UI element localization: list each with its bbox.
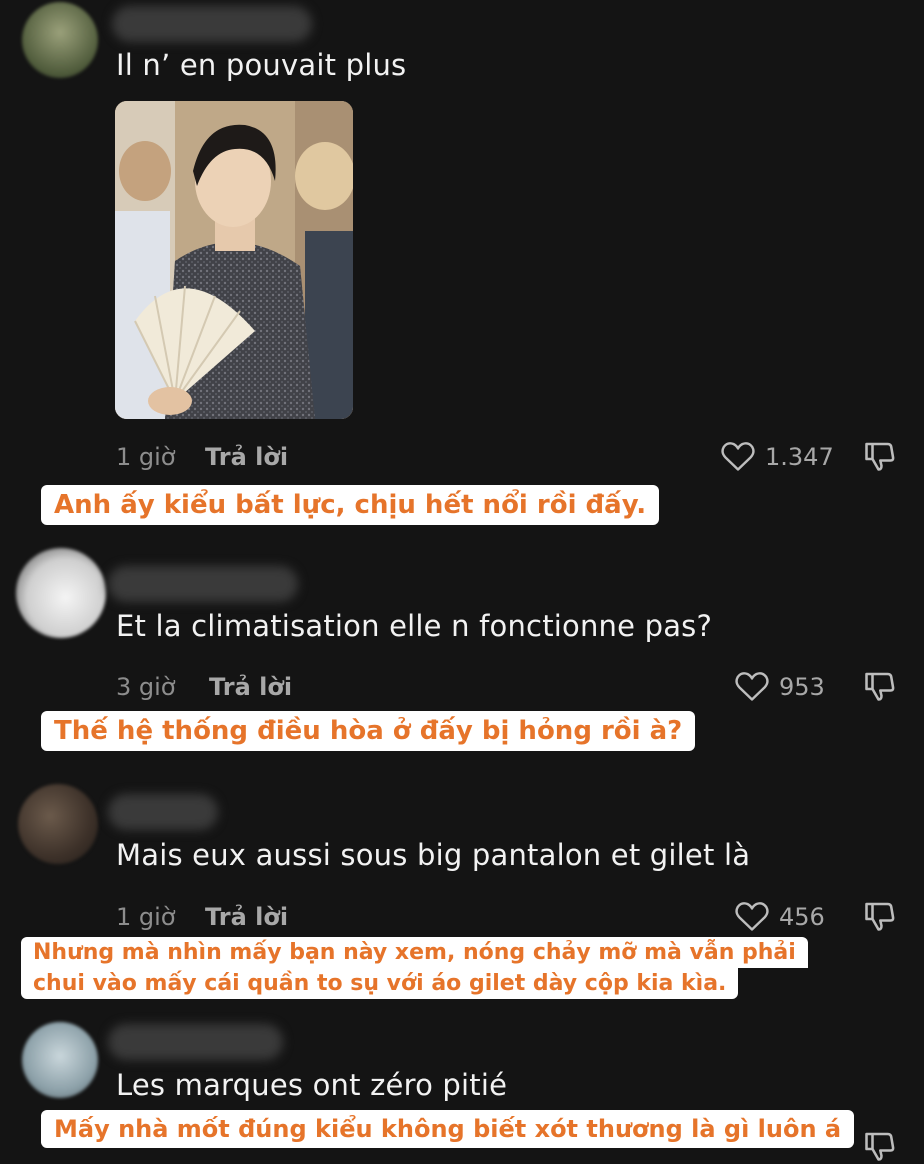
like-count: 1.347: [765, 443, 834, 471]
translation-caption: Thế hệ thống điều hòa ở đấy bị hỏng rồi …: [41, 711, 696, 751]
avatar[interactable]: [22, 2, 98, 78]
translation-caption: Anh ấy kiểu bất lực, chịu hết nổi rồi đấ…: [41, 485, 660, 525]
comment-text: Il n’ en pouvait plus: [116, 48, 407, 82]
translation-line: chui vào mấy cái quần to sụ với áo gilet…: [21, 968, 739, 999]
comment-time: 1 giờ: [116, 443, 176, 471]
username-blurred[interactable]: [112, 6, 312, 42]
reply-button[interactable]: Trả lời: [209, 673, 292, 701]
thumbs-down-icon[interactable]: [862, 668, 898, 704]
comment-time: 1 giờ: [116, 903, 176, 931]
thumbs-down-icon[interactable]: [862, 898, 898, 934]
photo-illustration: [115, 101, 353, 419]
translation-caption: Mấy nhà mốt đúng kiểu không biết xót thư…: [41, 1110, 855, 1148]
translation-caption: Nhưng mà nhìn mấy bạn này xem, nóng chảy…: [21, 937, 808, 999]
avatar[interactable]: [16, 548, 106, 638]
username-blurred[interactable]: [108, 566, 298, 602]
comment-text: Et la climatisation elle n fonctionne pa…: [116, 609, 713, 643]
username-blurred[interactable]: [108, 1024, 283, 1060]
reply-button[interactable]: Trả lời: [205, 903, 288, 931]
avatar[interactable]: [22, 1022, 98, 1098]
avatar[interactable]: [18, 784, 98, 864]
thumbs-down-icon[interactable]: [862, 438, 898, 474]
heart-outline-icon[interactable]: [720, 439, 756, 473]
like-count: 456: [779, 903, 825, 931]
comment-time: 3 giờ: [116, 673, 176, 701]
comment-text: Mais eux aussi sous big pantalon et gile…: [116, 838, 751, 872]
username-blurred[interactable]: [108, 794, 218, 830]
heart-outline-icon[interactable]: [734, 899, 770, 933]
heart-outline-icon[interactable]: [734, 669, 770, 703]
thumbs-down-icon[interactable]: [862, 1128, 898, 1164]
like-count: 953: [779, 673, 825, 701]
reply-button[interactable]: Trả lời: [205, 443, 288, 471]
comment-image[interactable]: [115, 101, 353, 419]
comment-text: Les marques ont zéro pitié: [116, 1068, 508, 1102]
translation-line: Nhưng mà nhìn mấy bạn này xem, nóng chảy…: [21, 937, 808, 968]
